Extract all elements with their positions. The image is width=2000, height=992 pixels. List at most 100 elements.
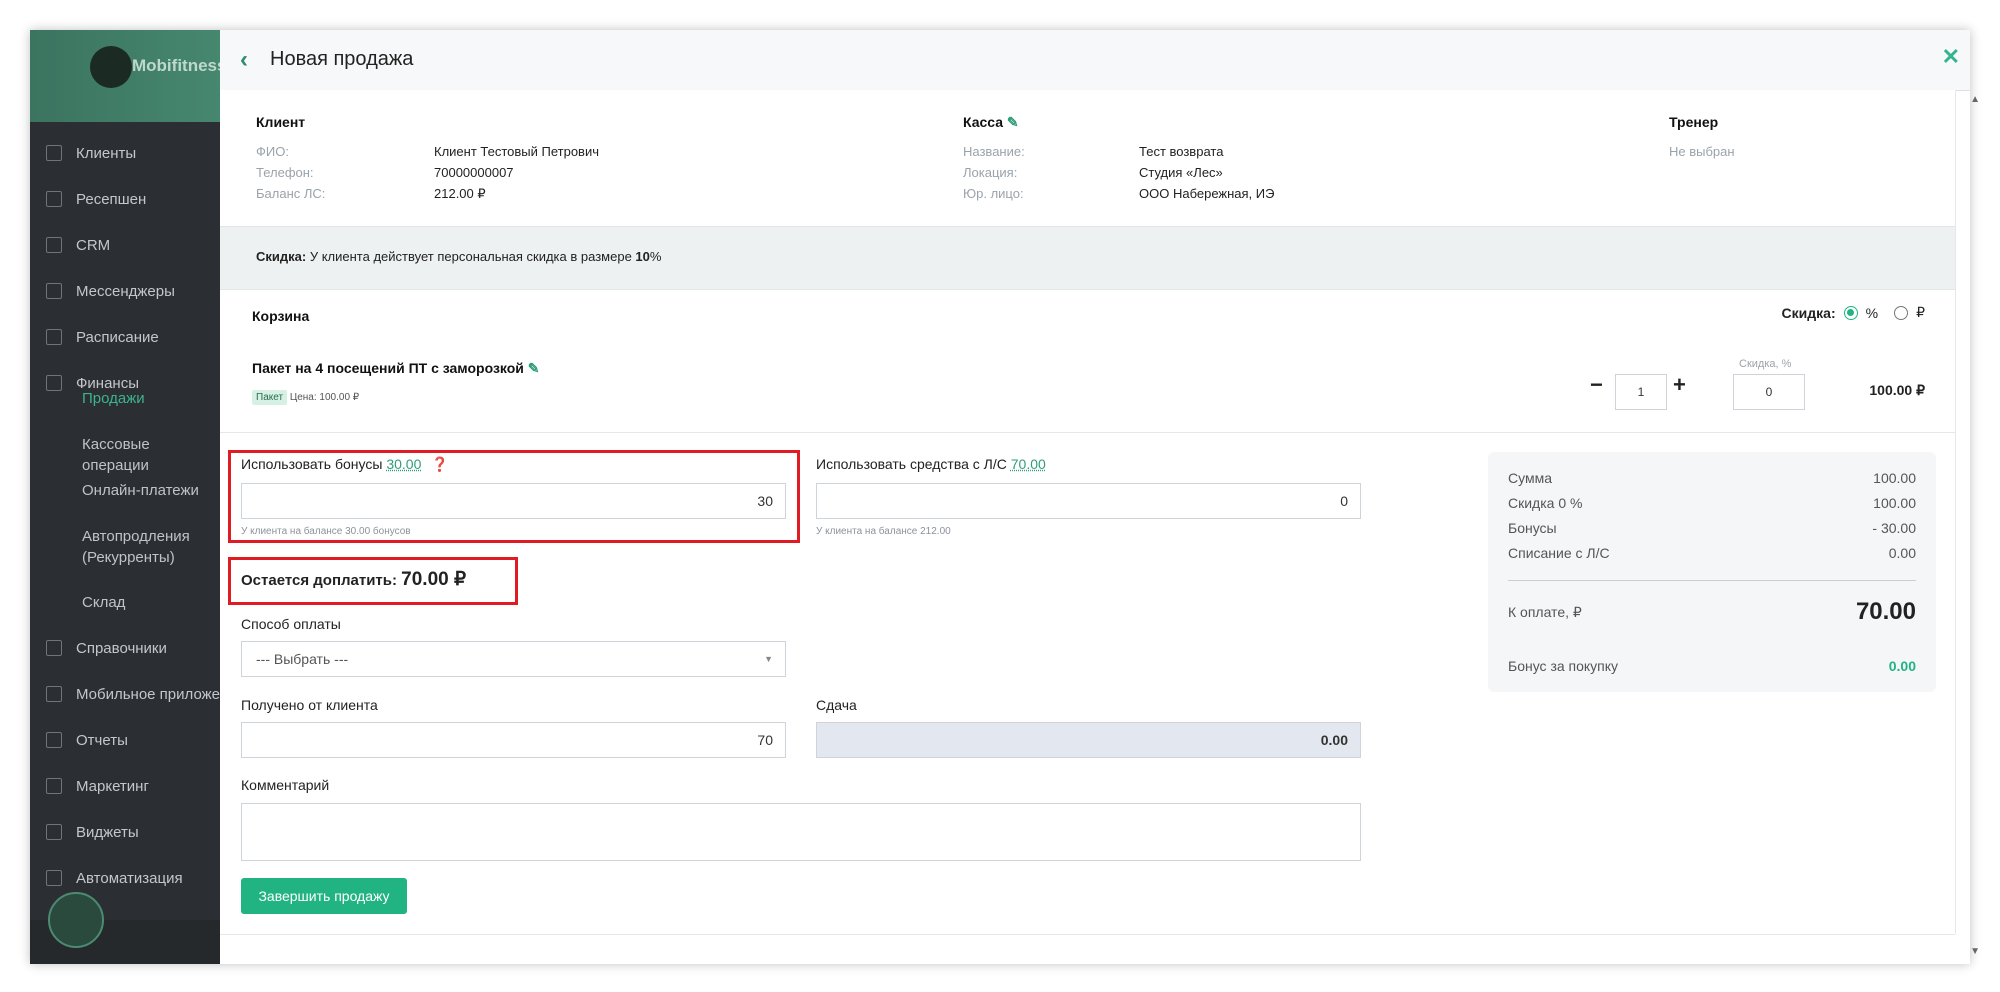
trainer-heading: Тренер (1669, 114, 1719, 130)
discount-percent-radio[interactable] (1843, 305, 1858, 320)
sidebar-sub-sales[interactable]: Продажи (82, 388, 145, 409)
item-discount-input[interactable]: 0 (1733, 374, 1805, 410)
payment-select[interactable]: --- Выбрать --- ▼ (241, 641, 786, 677)
summary-row: Сумма 100.00 (1508, 470, 1916, 486)
item-discount-label: Скидка, % (1739, 358, 1792, 370)
client-fio: Клиент Тестовый Петрович (434, 144, 599, 159)
sidebar-sub-warehouse[interactable]: Склад (82, 592, 125, 613)
logo-icon (90, 46, 132, 88)
discount-note-value: 10 (635, 249, 650, 264)
sidebar-item-directories[interactable]: Справочники (30, 625, 220, 671)
payment-label: Способ оплаты (241, 616, 341, 632)
received-input[interactable]: 70 (241, 722, 786, 758)
cart-heading: Корзина (252, 308, 310, 324)
home-icon (46, 640, 62, 656)
automation-icon (46, 870, 62, 886)
ls-label: Использовать средства с Л/С 70.00 (816, 456, 1046, 472)
summary-row: Скидка 0 % 100.00 (1508, 495, 1916, 511)
kassa-heading: Касса ✎ (963, 114, 1019, 130)
sidebar: Mobifitness Клиенты Ресепшен CRM Мессенд… (30, 30, 220, 964)
summary-divider (1508, 580, 1916, 581)
discount-note-text: У клиента действует персональная скидка … (309, 249, 632, 264)
discount-banner: Скидка: У клиента действует персональная… (220, 226, 1955, 290)
received-label: Получено от клиента (241, 697, 378, 713)
phone-icon (46, 686, 62, 702)
item-line-total: 100.00 ₽ (1869, 382, 1925, 398)
sale-form: Клиент ФИО: Клиент Тестовый Петрович Тел… (220, 90, 1956, 935)
reports-icon (46, 732, 62, 748)
bottom-divider (220, 934, 1955, 935)
order-summary: Сумма 100.00 Скидка 0 % 100.00 Бонусы - 30.… (1488, 452, 1936, 692)
sidebar-item-reception[interactable]: Ресепшен (30, 176, 220, 222)
change-label: Сдача (816, 697, 857, 713)
complete-sale-button[interactable]: Завершить продажу (241, 878, 407, 914)
discount-note-label: Скидка: (256, 249, 307, 264)
sidebar-item-widgets[interactable]: Виджеты (30, 809, 220, 855)
chevron-down-icon: ▼ (764, 654, 773, 664)
qty-input[interactable]: 1 (1615, 374, 1667, 410)
qty-plus-button[interactable]: + (1673, 372, 1686, 398)
trainer-value[interactable]: Не выбран (1669, 144, 1735, 159)
summary-bonus: Бонус за покупку 0.00 (1508, 658, 1916, 674)
calendar-icon (46, 329, 62, 345)
sidebar-item-schedule[interactable]: Расписание (30, 314, 220, 360)
sidebar-sub-recurrent[interactable]: Автопродления (Рекурренты) (82, 526, 212, 568)
scroll-up-icon[interactable]: ▲ (1970, 94, 1980, 105)
sidebar-sub-cash-ops[interactable]: Кассовые операции (82, 434, 220, 476)
cart-item-name: Пакет на 4 посещений ПТ с заморозкой ✎ (252, 360, 540, 376)
sidebar-item-automation[interactable]: Автоматизация (30, 855, 220, 901)
sidebar-sub-online-payments[interactable]: Онлайн-платежи (82, 480, 199, 501)
highlight-remaining (228, 557, 518, 605)
divider (220, 432, 1955, 433)
item-type-badge: Пакет (252, 390, 288, 405)
change-output: 0.00 (816, 722, 1361, 758)
comment-label: Комментарий (241, 777, 330, 793)
discount-note-unit: % (649, 249, 662, 264)
back-arrow-icon[interactable]: ‹ (240, 46, 248, 74)
comment-textarea[interactable] (241, 803, 1361, 861)
kassa-location: Студия «Лес» (1139, 165, 1223, 180)
discount-rub-radio[interactable] (1894, 305, 1909, 320)
summary-total: К оплате, ₽70.00 (1508, 598, 1916, 625)
ls-hint: У клиента на балансе 212.00 (816, 526, 951, 537)
cart-item-meta: Пакет Цена: 100.00 ₽ (252, 390, 359, 405)
widget-icon (46, 824, 62, 840)
highlight-bonus (228, 450, 800, 543)
page-title: Новая продажа (270, 48, 414, 70)
sidebar-item-marketing[interactable]: Маркетинг (30, 763, 220, 809)
item-price: Цена: 100.00 ₽ (289, 392, 360, 403)
client-balance: 212.00 ₽ (434, 186, 486, 201)
client-fio-label: ФИО: (256, 144, 289, 159)
sidebar-item-crm[interactable]: CRM (30, 222, 220, 268)
summary-row: Бонусы - 30.00 (1508, 520, 1916, 536)
modal-header: ‹ Новая продажа ✕ (220, 30, 1970, 91)
avatar[interactable] (48, 892, 104, 948)
summary-row: Списание с Л/С 0.00 (1508, 545, 1916, 561)
close-icon[interactable]: ✕ (1942, 44, 1960, 70)
kassa-name: Тест возврата (1139, 144, 1224, 159)
cart-discount-toggle: Скидка: % ₽ (1781, 304, 1925, 321)
clipboard-icon (46, 191, 62, 207)
kassa-entity: ООО Набережная, ИЭ (1139, 186, 1275, 201)
sidebar-item-clients[interactable]: Клиенты (30, 130, 220, 176)
kassa-location-label: Локация: (963, 165, 1018, 180)
sidebar-item-reports[interactable]: Отчеты (30, 717, 220, 763)
cart-icon (46, 375, 62, 391)
edit-pencil-icon[interactable]: ✎ (1007, 114, 1019, 130)
sidebar-item-mobile-app[interactable]: Мобильное приложение (30, 671, 220, 717)
chat-icon (46, 283, 62, 299)
sidebar-header: Mobifitness (30, 30, 220, 122)
kassa-entity-label: Юр. лицо: (963, 186, 1024, 201)
ls-max-link[interactable]: 70.00 (1011, 456, 1046, 472)
qty-minus-button[interactable]: − (1590, 372, 1603, 398)
client-phone: 70000000007 (434, 165, 514, 180)
sidebar-item-messengers[interactable]: Мессенджеры (30, 268, 220, 314)
marketing-icon (46, 778, 62, 794)
scroll-down-icon[interactable]: ▼ (1970, 946, 1980, 957)
users-icon (46, 145, 62, 161)
list-icon (46, 237, 62, 253)
client-heading: Клиент (256, 114, 306, 130)
ls-input[interactable]: 0 (816, 483, 1361, 519)
client-phone-label: Телефон: (256, 165, 314, 180)
edit-item-pencil-icon[interactable]: ✎ (528, 360, 540, 376)
